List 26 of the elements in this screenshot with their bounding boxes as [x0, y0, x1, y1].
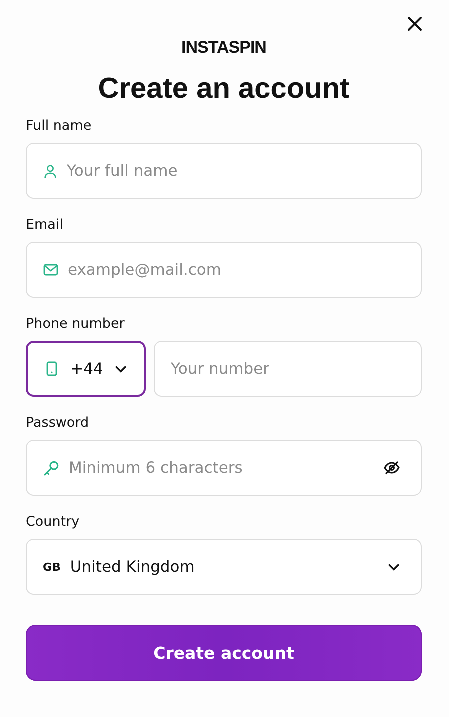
- field-label: Full name: [26, 118, 93, 134]
- logo: INSTASPIN: [182, 38, 266, 58]
- field-label: Password: [26, 415, 90, 431]
- key-icon: [43, 460, 60, 476]
- password-field[interactable]: Minimum 6 characters: [26, 440, 422, 496]
- country-select[interactable]: GB United Kingdom: [26, 539, 422, 595]
- text-input[interactable]: example@mail.com: [68, 261, 401, 279]
- country-code-select[interactable]: +44: [26, 341, 146, 397]
- country-code: +44: [70, 360, 104, 378]
- name-field[interactable]: Your full name: [26, 143, 422, 199]
- person-icon: [43, 164, 58, 178]
- country-value: United Kingdom: [70, 558, 196, 576]
- eye-off-icon[interactable]: [383, 459, 401, 477]
- country-flag-code: GB: [43, 560, 62, 574]
- page-title: Create an account: [97, 72, 351, 106]
- email-field[interactable]: example@mail.com: [26, 242, 422, 298]
- field-label: Email: [26, 217, 64, 233]
- text-input[interactable]: Your full name: [67, 162, 401, 180]
- mail-icon: [43, 262, 59, 278]
- close-icon: [407, 16, 423, 32]
- phone-number-input[interactable]: Your number: [154, 341, 422, 397]
- field-label: Phone number: [26, 316, 126, 332]
- phone-icon: [44, 361, 60, 377]
- text-input[interactable]: Minimum 6 characters: [69, 459, 374, 477]
- create-account-button[interactable]: Create account: [26, 625, 422, 681]
- field-label: Country: [26, 514, 81, 530]
